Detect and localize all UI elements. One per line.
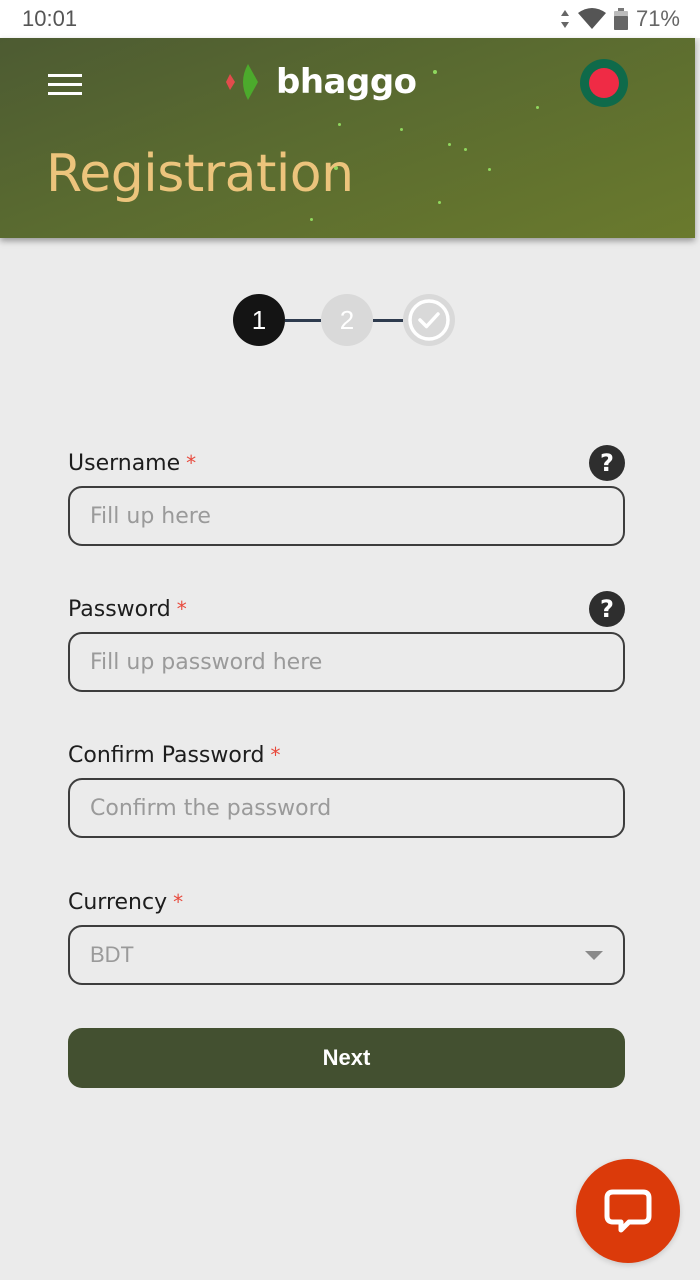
required-asterisk: * [176,596,187,621]
step-2: 2 [321,294,373,346]
currency-field: Currency * BDT [68,879,625,985]
wifi-icon [577,8,606,30]
required-asterisk: * [270,742,281,767]
live-chat-button[interactable] [576,1159,680,1263]
username-field: Username * ? [68,440,625,586]
confirm-password-input[interactable] [68,778,625,838]
status-icons: 71% [560,6,680,32]
status-time: 10:01 [22,6,78,31]
username-label: Username * [68,450,197,476]
username-input[interactable] [68,486,625,546]
password-help-icon[interactable]: ? [589,591,625,627]
page-title: Registration [46,144,354,204]
sparkle-decoration [536,106,539,109]
hamburger-menu-icon[interactable] [48,74,82,98]
bangladesh-flag-icon[interactable] [580,59,628,107]
sparkle-decoration [310,218,313,221]
step-connector [285,318,321,322]
logo-leaf-icon [226,64,258,100]
check-circle-icon [408,299,450,341]
battery-icon [613,8,628,30]
battery-percent: 71% [635,6,680,31]
password-input[interactable] [68,632,625,692]
data-arrows-icon [560,9,570,29]
step-connector [373,318,403,322]
status-bar: 10:01 71% [0,0,700,38]
sparkle-decoration [448,143,451,146]
chevron-down-icon [585,950,603,960]
username-help-icon[interactable]: ? [589,445,625,481]
currency-label: Currency * [68,889,184,915]
password-label: Password * [68,596,187,622]
step-1: 1 [233,294,285,346]
sparkle-decoration [433,70,437,74]
next-button[interactable]: Next [68,1028,625,1088]
step-3 [403,294,455,346]
required-asterisk: * [186,450,197,475]
sparkle-decoration [338,123,341,126]
confirm-password-label: Confirm Password * [68,742,281,768]
password-field: Password * ? [68,586,625,732]
header-banner: bhaggo Registration [0,38,695,238]
registration-form: Username* ? Password* ? Confirm Password… [68,440,625,985]
registration-stepper: 1 2 [233,294,455,346]
currency-selected-value: BDT [90,942,134,967]
required-asterisk: * [173,889,184,914]
sparkle-decoration [438,201,441,204]
confirm-password-field: Confirm Password * [68,732,625,879]
brand-logo[interactable]: bhaggo [224,62,417,102]
sparkle-decoration [400,128,403,131]
chat-bubble-icon [604,1189,652,1233]
currency-select[interactable]: BDT [68,925,625,985]
sparkle-decoration [464,148,467,151]
brand-name: bhaggo [276,62,417,102]
sparkle-decoration [488,168,491,171]
